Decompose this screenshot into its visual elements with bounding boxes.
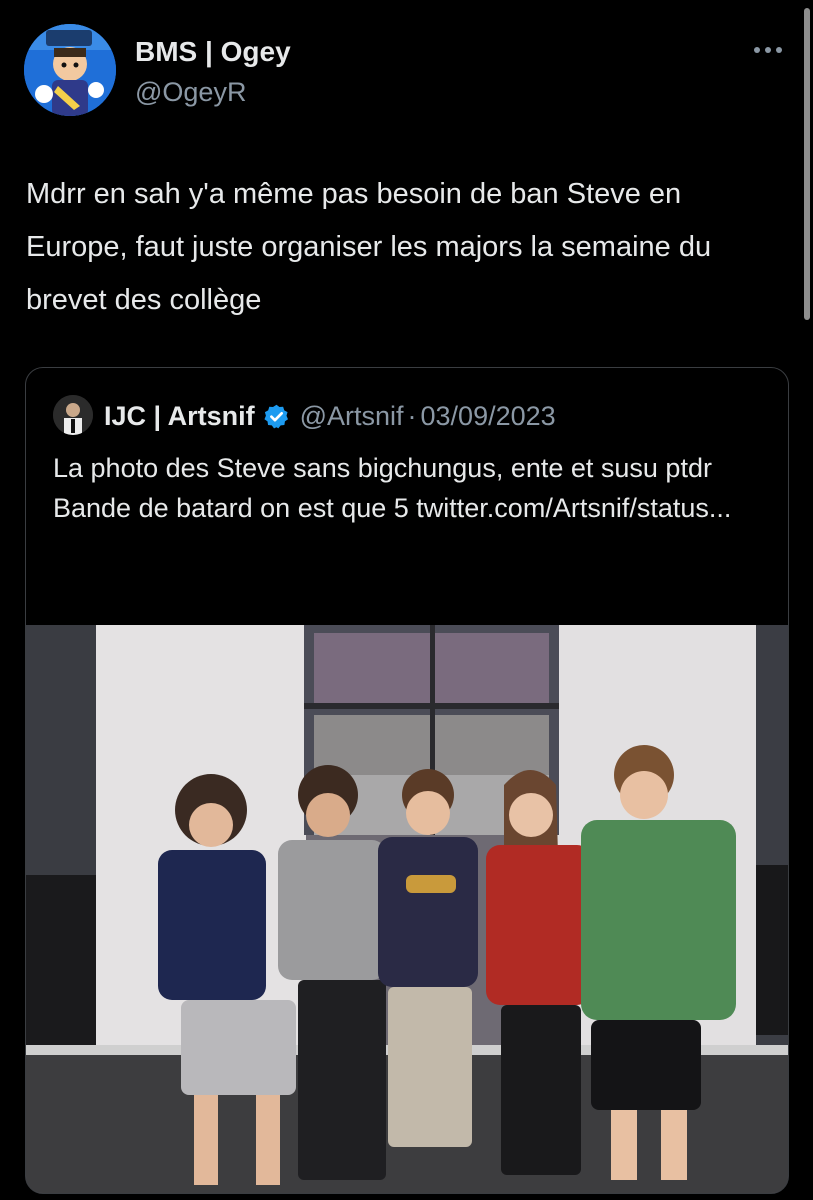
display-name[interactable]: BMS | Ogey <box>135 36 291 68</box>
quoted-tweet-photo[interactable] <box>26 625 788 1193</box>
separator-dot: · <box>407 400 417 431</box>
quoted-text-line-2: Bande de batard on est que 5 twitter.com… <box>53 493 732 523</box>
tweet-header: BMS | Ogey @OgeyR <box>24 24 789 120</box>
quoted-text-line-1: La photo des Steve sans bigchungus, ente… <box>53 453 712 483</box>
tweet-text: Mdrr en sah y'a même pas besoin de ban S… <box>26 178 712 316</box>
scrollbar[interactable] <box>804 8 810 320</box>
more-horizontal-icon[interactable] <box>751 40 785 60</box>
verified-badge-icon <box>264 404 288 428</box>
quoted-handle[interactable]: @Artsnif <box>300 401 404 432</box>
quoted-tweet-text: La photo des Steve sans bigchungus, ente… <box>53 448 768 528</box>
quoted-avatar[interactable] <box>53 395 93 435</box>
quoted-display-name[interactable]: IJC | Artsnif <box>104 401 255 432</box>
user-handle[interactable]: @OgeyR <box>135 77 246 108</box>
avatar-image <box>24 24 116 116</box>
avatar[interactable] <box>24 24 116 116</box>
quoted-tweet-header: IJC | Artsnif @Artsnif · 03/09/2023 <box>104 396 556 436</box>
quoted-tweet-card[interactable]: IJC | Artsnif @Artsnif · 03/09/2023 La p… <box>25 367 789 1194</box>
quoted-date[interactable]: 03/09/2023 <box>421 401 556 432</box>
